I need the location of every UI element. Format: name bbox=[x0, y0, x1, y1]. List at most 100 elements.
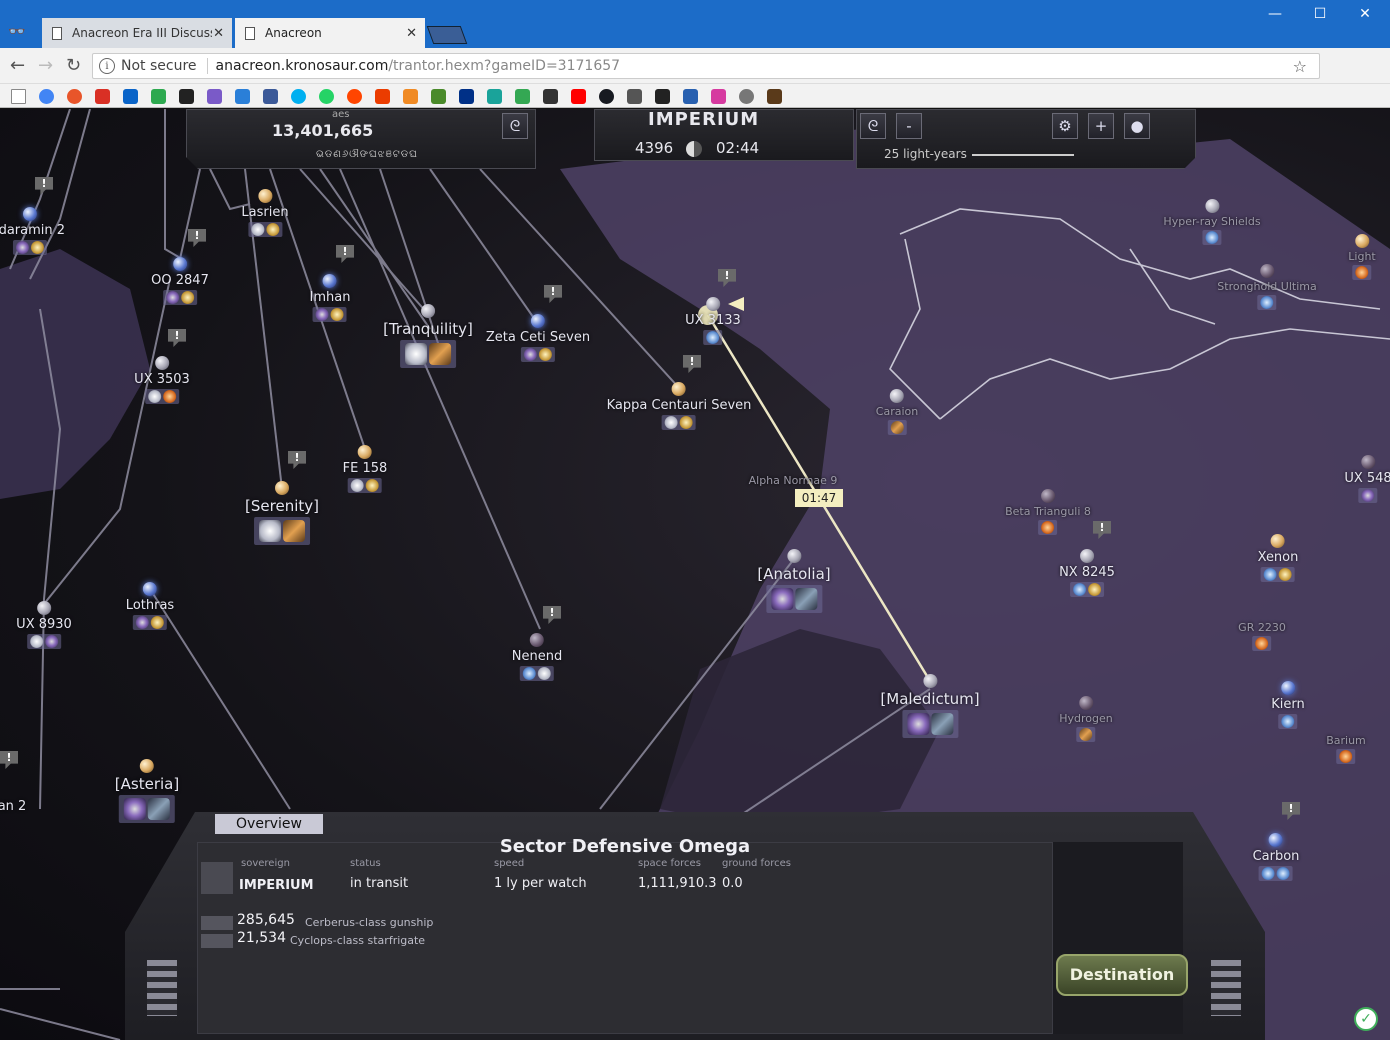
star-system[interactable]: Alpha Normae 9 bbox=[749, 474, 838, 487]
star-system[interactable]: [Tranquility] bbox=[383, 304, 473, 369]
star-icon[interactable] bbox=[787, 549, 801, 563]
close-window-button[interactable]: ✕ bbox=[1342, 6, 1388, 22]
star-system[interactable]: Barium bbox=[1326, 734, 1366, 767]
star-system[interactable]: Nenend bbox=[512, 633, 562, 684]
zoom-out-button[interactable]: - bbox=[896, 113, 922, 139]
tab-anacreon-discussion[interactable]: Anacreon Era III Discussio ✕ bbox=[42, 18, 232, 48]
bookmark-office-icon[interactable] bbox=[375, 89, 390, 104]
star-system[interactable]: Light bbox=[1348, 234, 1376, 283]
star-system[interactable]: Beta Trianguli 8 bbox=[1005, 489, 1091, 538]
tab-overview[interactable]: Overview bbox=[215, 814, 323, 834]
bookmark-icon-7[interactable] bbox=[207, 89, 222, 104]
tab-anacreon[interactable]: Anacreon ✕ bbox=[235, 18, 425, 48]
settings-button[interactable]: ⚙ bbox=[1052, 113, 1078, 139]
star-system[interactable]: FE 158 bbox=[343, 445, 387, 496]
star-icon[interactable] bbox=[142, 582, 157, 596]
new-tab-button[interactable] bbox=[426, 26, 468, 44]
bookmark-youtube-icon[interactable] bbox=[571, 89, 586, 104]
planet-view-button[interactable]: ● bbox=[1124, 113, 1150, 139]
bookmark-icon-14[interactable] bbox=[403, 89, 418, 104]
star-system[interactable]: Xenon bbox=[1258, 534, 1298, 585]
star-icon[interactable] bbox=[322, 274, 337, 288]
star-system[interactable]: [Maledictum] bbox=[880, 674, 980, 739]
bookmark-icon-19[interactable] bbox=[543, 89, 558, 104]
star-system[interactable]: Zeta Ceti Seven bbox=[486, 314, 590, 365]
star-icon[interactable] bbox=[671, 382, 686, 396]
bookmark-icon-25[interactable] bbox=[711, 89, 726, 104]
forward-icon[interactable]: → bbox=[38, 55, 53, 76]
star-icon[interactable] bbox=[1260, 264, 1274, 278]
bookmark-search-icon[interactable] bbox=[235, 89, 250, 104]
star-icon[interactable] bbox=[1354, 234, 1369, 248]
bookmark-drive-icon[interactable] bbox=[151, 89, 166, 104]
bookmark-icon-27[interactable] bbox=[767, 89, 782, 104]
star-icon[interactable] bbox=[1040, 489, 1055, 503]
bookmark-star-icon[interactable]: ☆ bbox=[1293, 57, 1307, 76]
star-icon[interactable] bbox=[889, 389, 904, 403]
star-system[interactable]: UX 548 bbox=[1344, 455, 1390, 506]
bookmark-database-icon[interactable] bbox=[627, 89, 642, 104]
star-icon[interactable] bbox=[173, 257, 187, 271]
bookmark-r-icon[interactable] bbox=[683, 89, 698, 104]
star-system[interactable]: ldaramin 2 bbox=[0, 207, 65, 258]
star-system[interactable]: Lothras bbox=[126, 582, 174, 633]
bookmark-skype-icon[interactable] bbox=[291, 89, 306, 104]
star-icon[interactable] bbox=[922, 674, 937, 688]
star-system[interactable]: Kiern bbox=[1271, 681, 1305, 732]
back-icon[interactable]: ← bbox=[10, 55, 25, 76]
extension-shield-icon[interactable]: ✓ bbox=[1354, 1007, 1378, 1031]
star-icon[interactable] bbox=[36, 601, 51, 615]
star-icon[interactable] bbox=[705, 297, 720, 311]
star-icon[interactable] bbox=[1281, 681, 1295, 695]
star-icon[interactable] bbox=[1269, 833, 1283, 847]
bookmark-mygov-icon[interactable] bbox=[431, 89, 446, 104]
star-system[interactable]: an 2 bbox=[0, 799, 26, 814]
bookmark-facebook-icon[interactable] bbox=[263, 89, 278, 104]
zoom-in-button[interactable]: + bbox=[1088, 113, 1114, 139]
bookmark-outlook-icon[interactable] bbox=[123, 89, 138, 104]
star-icon[interactable] bbox=[258, 189, 272, 203]
close-icon[interactable]: ✕ bbox=[213, 26, 224, 41]
bookmark-gmail-icon[interactable] bbox=[95, 89, 110, 104]
star-icon[interactable] bbox=[1079, 696, 1093, 710]
bookmark-icon-17[interactable] bbox=[487, 89, 502, 104]
star-system[interactable]: UX 8930 bbox=[16, 601, 72, 652]
close-icon[interactable]: ✕ bbox=[406, 26, 417, 41]
bookmark-icon-2[interactable] bbox=[67, 89, 82, 104]
star-icon[interactable] bbox=[357, 445, 372, 459]
star-system[interactable]: Hydrogen bbox=[1059, 696, 1113, 745]
star-icon[interactable] bbox=[139, 759, 154, 773]
bookmark-google-icon[interactable] bbox=[39, 89, 54, 104]
bookmark-maps-icon[interactable] bbox=[515, 89, 530, 104]
star-system[interactable]: Lasrien bbox=[241, 189, 289, 240]
star-system[interactable]: GR 2230 bbox=[1238, 621, 1286, 654]
star-icon[interactable] bbox=[274, 481, 289, 495]
minimize-button[interactable]: — bbox=[1252, 6, 1298, 22]
star-icon[interactable] bbox=[23, 207, 37, 221]
star-icon[interactable] bbox=[1204, 199, 1219, 213]
bookmark-paypal-icon[interactable] bbox=[459, 89, 474, 104]
info-icon[interactable]: i bbox=[99, 58, 115, 74]
star-icon[interactable] bbox=[420, 304, 435, 318]
maximize-button[interactable]: ☐ bbox=[1297, 6, 1343, 22]
galaxy-spiral-button[interactable]: ᘓ bbox=[860, 113, 886, 139]
star-system[interactable]: [Anatolia] bbox=[757, 549, 831, 614]
bookmark-icon-26[interactable] bbox=[739, 89, 754, 104]
star-system[interactable]: UX 3503 bbox=[134, 356, 190, 407]
star-system[interactable]: OO 2847 bbox=[151, 257, 209, 308]
star-icon[interactable] bbox=[154, 356, 169, 370]
bookmark-icon-23[interactable] bbox=[655, 89, 670, 104]
address-bar[interactable]: i Not secure anacreon.kronosaur.com /tra… bbox=[92, 53, 1320, 79]
star-system[interactable]: Stronghold Ultima bbox=[1217, 264, 1317, 313]
star-system[interactable]: Caraion bbox=[876, 389, 918, 438]
star-system[interactable]: Kappa Centauri Seven bbox=[607, 382, 751, 433]
star-system[interactable]: NX 8245 bbox=[1059, 549, 1115, 600]
bookmark-whatsapp-icon[interactable] bbox=[319, 89, 334, 104]
game-viewport[interactable]: 01:47 Lasrien ldaramin 2 OO 2847 Imhan [Tran… bbox=[0, 109, 1390, 1040]
star-system[interactable]: Hyper-ray Shields bbox=[1163, 199, 1261, 248]
bookmark-reddit-icon[interactable] bbox=[347, 89, 362, 104]
bookmark-steam-icon[interactable] bbox=[599, 89, 614, 104]
star-system[interactable]: Imhan bbox=[310, 274, 350, 325]
galaxy-view-button[interactable]: ᘓ bbox=[502, 113, 528, 139]
reload-icon[interactable]: ↻ bbox=[66, 55, 81, 76]
